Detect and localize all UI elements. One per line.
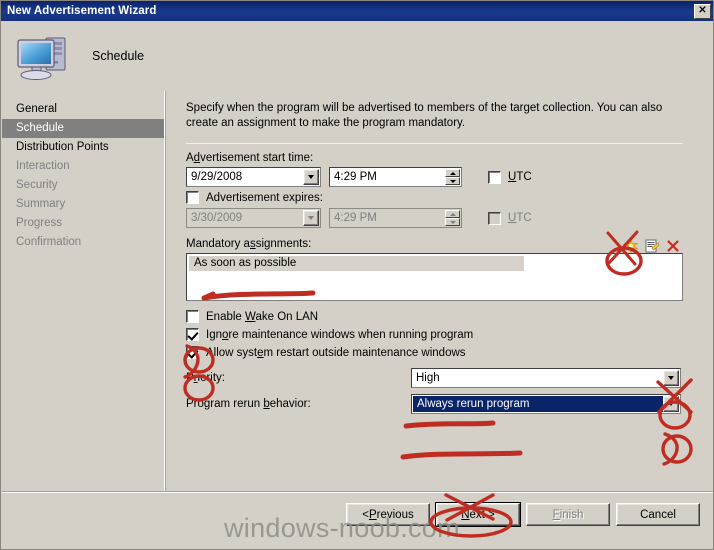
computer-icon [12, 28, 76, 84]
finish-button: Finish [526, 503, 610, 526]
allow-system-restart-checkbox[interactable] [186, 346, 199, 359]
wizard-buttons: < Previous Next > Finish Cancel [346, 502, 700, 527]
sidebar-item-progress: Progress [16, 217, 63, 229]
panel-description: Specify when the program will be adverti… [186, 102, 663, 129]
allow-system-restart-row: Allow system restart outside maintenance… [186, 346, 698, 359]
dialog-body: General Schedule Distribution Points Int… [2, 91, 713, 491]
rerun-behavior-value: Always rerun program [413, 396, 663, 412]
priority-label: Priority: [186, 372, 225, 384]
expires-date-combo: 3/30/2009 [186, 208, 321, 228]
sidebar-item-security: Security [16, 179, 58, 191]
advertisement-expires-checkbox[interactable] [186, 191, 199, 204]
expires-checkbox-row: Advertisement expires: [186, 191, 698, 204]
rerun-behavior-label: Program rerun behavior: [186, 398, 311, 410]
chevron-down-icon [303, 210, 319, 226]
new-advertisement-wizard-dialog: New Advertisement Wizard ✕ Schedule Gene… [0, 0, 714, 550]
priority-value: High [416, 372, 440, 384]
start-date-value: 9/29/2008 [191, 171, 243, 183]
cancel-button[interactable]: Cancel [616, 503, 700, 526]
ignore-maintenance-windows-checkbox[interactable] [186, 328, 199, 341]
sidebar-item-interaction: Interaction [16, 160, 70, 172]
enable-wake-on-lan-label: Enable Wake On LAN [206, 310, 319, 323]
allow-system-restart-label: Allow system restart outside maintenance… [206, 346, 466, 359]
advertisement-expires-label: Advertisement expires: [206, 191, 323, 204]
start-time-spinner[interactable]: 4:29 PM [329, 167, 462, 187]
sidebar-item-distribution-points[interactable]: Distribution Points [2, 138, 164, 157]
chevron-down-icon[interactable] [303, 169, 319, 185]
mandatory-assignments-label: Mandatory assignments: [186, 238, 312, 250]
start-utc-checkbox[interactable] [488, 170, 501, 184]
window-title: New Advertisement Wizard [7, 5, 157, 17]
spinner-icon[interactable] [445, 169, 460, 185]
spinner-icon [445, 210, 460, 226]
expires-fields-row: 3/30/2009 4:29 PM UTC [186, 208, 698, 228]
expires-time-spinner: 4:29 PM [329, 208, 462, 228]
expires-utc-checkbox [488, 211, 501, 225]
chevron-down-icon[interactable] [663, 370, 679, 386]
ignore-maintenance-windows-label: Ignore maintenance windows when running … [206, 328, 474, 341]
wizard-steps-sidebar: General Schedule Distribution Points Int… [2, 91, 166, 491]
enable-wake-on-lan-checkbox[interactable] [186, 310, 199, 323]
expires-time-value: 4:29 PM [334, 212, 377, 224]
sidebar-item-summary: Summary [16, 198, 66, 210]
expires-date-value: 3/30/2009 [191, 212, 243, 224]
next-button[interactable]: Next > [435, 502, 521, 527]
start-time-row: 9/29/2008 4:29 PM UTC [186, 167, 698, 187]
ignore-maintenance-windows-row: Ignore maintenance windows when running … [186, 328, 698, 341]
titlebar: New Advertisement Wizard ✕ [1, 1, 713, 21]
priority-combo[interactable]: High [411, 368, 681, 388]
priority-row: Priority: High [186, 368, 698, 388]
rerun-behavior-row: Program rerun behavior: Always rerun pro… [186, 394, 698, 414]
close-icon[interactable]: ✕ [694, 3, 711, 19]
expires-utc-label: UTC [508, 212, 532, 224]
wizard-header: Schedule [2, 21, 713, 91]
chevron-down-icon[interactable] [663, 396, 679, 412]
start-time-value: 4:29 PM [334, 171, 377, 183]
start-utc-label: UTC [508, 171, 532, 183]
enable-wake-on-lan-row: Enable Wake On LAN [186, 310, 698, 323]
start-time-label: Advertisement start time: [186, 152, 314, 164]
list-item[interactable]: As soon as possible [189, 256, 524, 271]
start-date-combo[interactable]: 9/29/2008 [186, 167, 321, 187]
mandatory-assignments-listbox[interactable]: As soon as possible [186, 253, 683, 301]
divider-top [186, 143, 683, 144]
sidebar-item-schedule[interactable]: Schedule [2, 119, 164, 138]
page-title: Schedule [92, 49, 145, 63]
sidebar-item-confirmation: Confirmation [16, 236, 82, 248]
sidebar-item-general[interactable]: General [2, 100, 164, 119]
schedule-panel: Specify when the program will be adverti… [166, 91, 713, 491]
rerun-behavior-combo[interactable]: Always rerun program [411, 394, 681, 414]
dialog-footer: < Previous Next > Finish Cancel [2, 491, 713, 549]
previous-button[interactable]: < Previous [346, 503, 430, 526]
